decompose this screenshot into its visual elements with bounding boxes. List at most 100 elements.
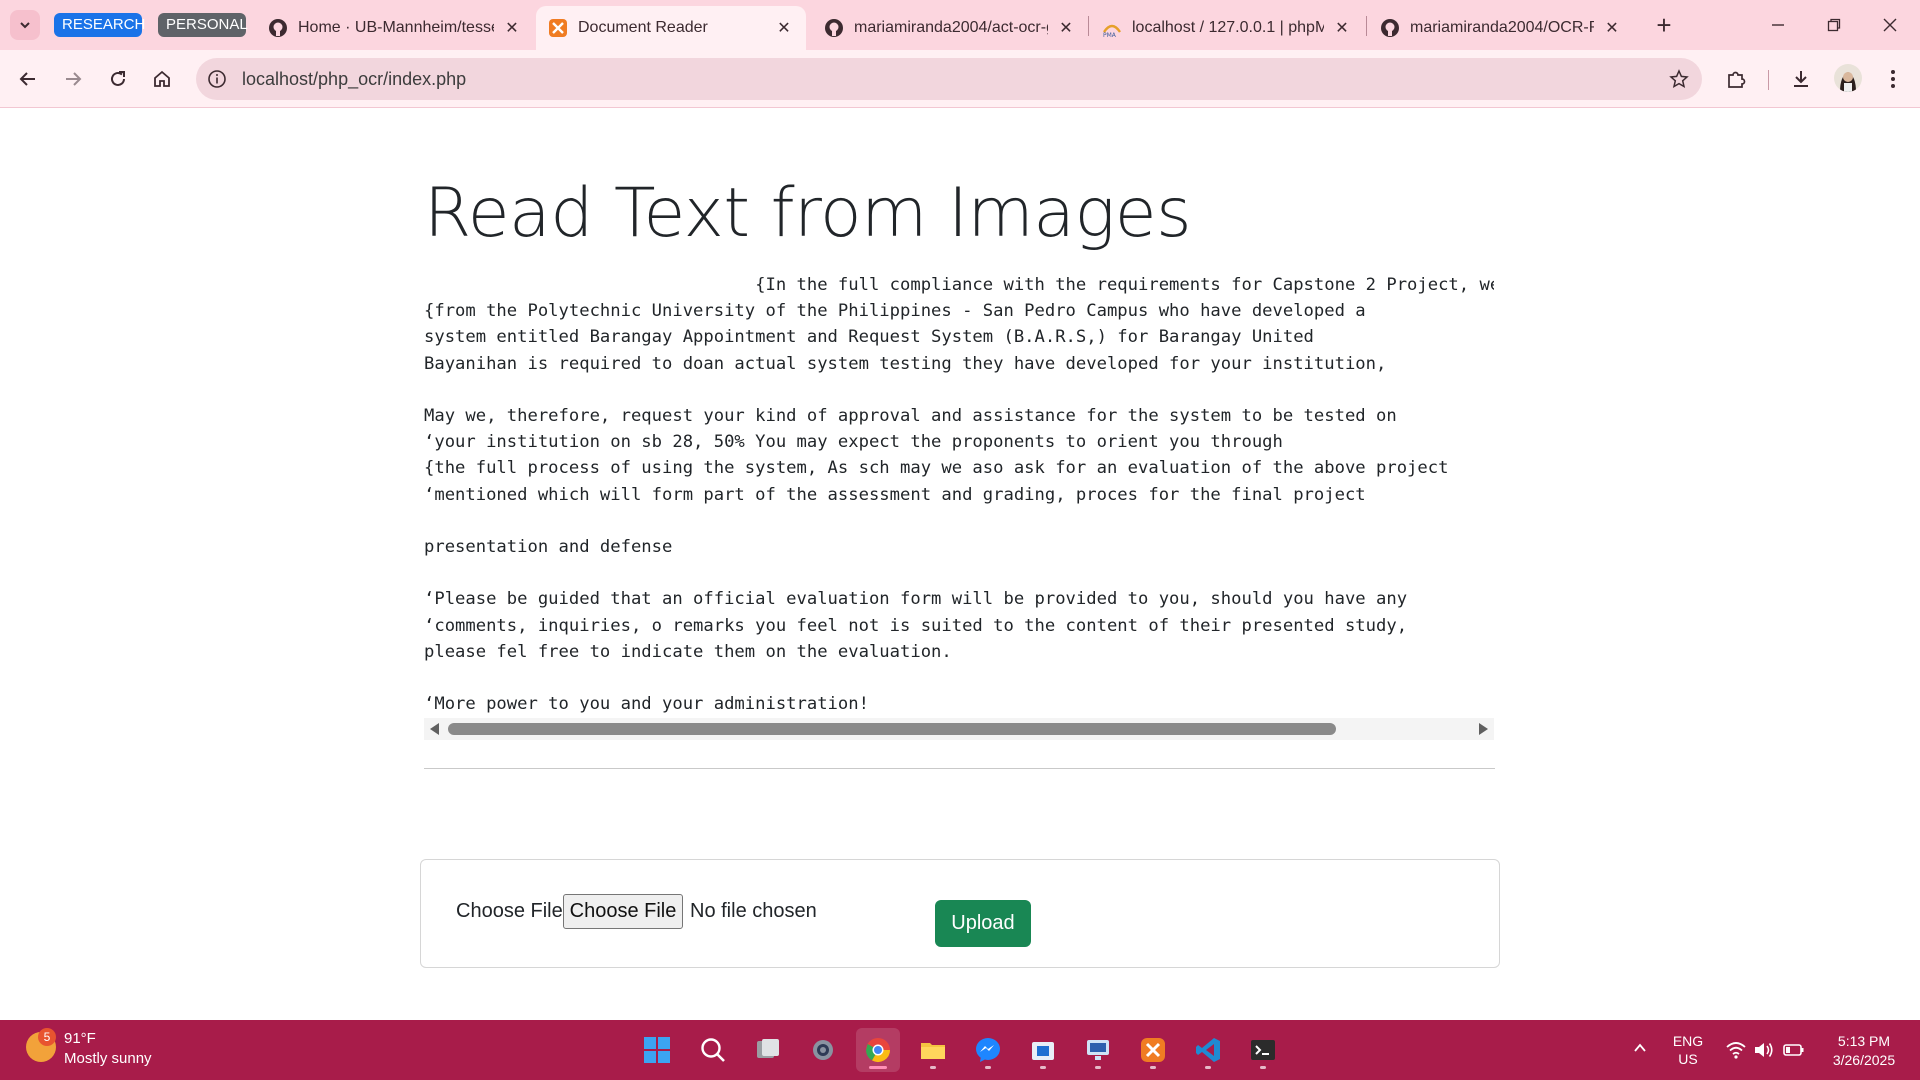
scrollbar-thumb[interactable] (448, 723, 1336, 735)
clock-date: 3/26/2025 (1832, 1052, 1896, 1068)
ocr-line: {In the full compliance with the require… (424, 275, 1494, 295)
running-app-indicator (985, 1066, 991, 1069)
input-language[interactable]: ENG US (1666, 1032, 1710, 1068)
close-icon[interactable]: ✕ (1332, 18, 1352, 38)
volume-icon[interactable] (1752, 1038, 1776, 1062)
running-app-indicator (1205, 1066, 1211, 1069)
ocr-result[interactable]: {In the full compliance with the require… (424, 272, 1494, 744)
search-icon[interactable] (691, 1028, 735, 1072)
running-app-indicator (1150, 1066, 1156, 1069)
task-view-icon[interactable] (746, 1028, 790, 1072)
divider (424, 768, 1495, 769)
back-button[interactable] (13, 64, 43, 94)
running-app-indicator (930, 1066, 936, 1069)
downloads-button[interactable] (1786, 64, 1816, 94)
chevron-up-icon[interactable] (1630, 1038, 1650, 1058)
ocr-line: ‘mentioned which will form part of the a… (424, 484, 1366, 505)
close-icon[interactable]: ✕ (502, 18, 522, 38)
ocr-result-text: {In the full compliance with the require… (424, 272, 1494, 717)
running-app-indicator (1040, 1066, 1046, 1069)
home-icon (154, 70, 170, 87)
tab-title: localhost / 127.0.0.1 | phpMyAdmin (1132, 19, 1324, 36)
clock-time: 5:13 PM (1837, 1033, 1891, 1049)
tab-search-button[interactable] (10, 10, 40, 40)
xampp-icon[interactable] (1131, 1028, 1175, 1072)
site-info-icon[interactable] (204, 66, 230, 92)
tab-document-reader[interactable]: Document Reader ✕ (536, 6, 806, 50)
chevron-down-icon (20, 22, 30, 29)
ocr-line: Bayanihan is required to doan actual sys… (424, 353, 1387, 374)
settings-icon[interactable] (801, 1028, 845, 1072)
ocr-line (424, 560, 1494, 586)
kebab-menu-icon (1891, 70, 1895, 88)
ocr-line (424, 377, 1494, 403)
ocr-line: {from the Polytechnic University of the … (424, 301, 1366, 322)
home-button[interactable] (147, 64, 177, 94)
tab-tesseract-wiki[interactable]: Home · UB-Mannheim/tesseract Wiki ✕ (256, 6, 534, 50)
github-icon (1380, 18, 1400, 38)
puzzle-icon (1728, 71, 1746, 88)
scroll-left-arrow-icon[interactable] (430, 723, 439, 735)
ocr-line: ‘comments, inquiries, o remarks you feel… (424, 615, 1408, 636)
minimize-icon (1772, 24, 1784, 26)
browser-menu-button[interactable] (1878, 64, 1908, 94)
ocr-line: please fel free to indicate them on the … (424, 641, 952, 662)
choose-file-button[interactable]: Choose File (563, 894, 683, 929)
ocr-line (424, 508, 1494, 534)
close-icon[interactable]: ✕ (774, 18, 794, 38)
horizontal-scrollbar[interactable] (424, 718, 1494, 740)
scroll-right-arrow-icon[interactable] (1479, 723, 1488, 735)
store-icon[interactable] (1021, 1028, 1065, 1072)
language-code: ENG (1672, 1033, 1704, 1049)
tab-separator (1088, 16, 1089, 36)
close-icon[interactable]: ✕ (1602, 18, 1622, 38)
close-icon (1883, 18, 1897, 32)
tab-title: mariamiranda2004/OCR-REPO (1410, 19, 1594, 36)
chrome-icon[interactable] (856, 1028, 900, 1072)
new-tab-button[interactable]: + (1650, 12, 1678, 40)
terminal-icon[interactable] (1241, 1028, 1285, 1072)
tab-title: Home · UB-Mannheim/tesseract Wiki (298, 19, 494, 36)
wifi-icon[interactable] (1724, 1038, 1748, 1062)
weather-description[interactable]: Mostly sunny (64, 1050, 152, 1067)
profile-avatar[interactable] (1834, 64, 1862, 92)
tab-phpmyadmin[interactable]: PMA localhost / 127.0.0.1 | phpMyAdmin ✕ (1090, 6, 1364, 50)
restore-button[interactable] (1814, 10, 1854, 40)
close-icon[interactable]: ✕ (1056, 18, 1076, 38)
file-explorer-icon[interactable] (911, 1028, 955, 1072)
forward-button[interactable] (58, 64, 88, 94)
remote-desktop-icon[interactable] (1076, 1028, 1120, 1072)
ocr-line: {the full process of using the system, A… (424, 458, 1449, 479)
system-clock[interactable]: 5:13 PM 3/26/2025 (1818, 1032, 1910, 1070)
address-bar[interactable]: localhost/php_ocr/index.php (196, 58, 1702, 100)
tab-act-ocr-github[interactable]: mariamiranda2004/act-ocr-github ✕ (812, 6, 1088, 50)
ocr-line: system entitled Barangay Appointment and… (424, 327, 1314, 348)
extensions-button[interactable] (1721, 64, 1751, 94)
tab-group-research[interactable]: RESEARCH (54, 13, 145, 37)
battery-icon[interactable] (1782, 1038, 1806, 1062)
page-title: Read Text from Images (424, 174, 1192, 253)
arrow-right-icon (66, 72, 82, 86)
minimize-button[interactable] (1758, 10, 1798, 40)
reload-button[interactable] (103, 64, 133, 94)
close-window-button[interactable] (1870, 10, 1910, 40)
weather-temperature[interactable]: 91°F (64, 1030, 96, 1047)
tab-group-personal[interactable]: PERSONAL (158, 13, 248, 37)
active-app-indicator (869, 1066, 887, 1069)
running-app-indicator (1260, 1066, 1266, 1069)
upload-button[interactable]: Upload (935, 900, 1031, 947)
ocr-line: ‘More power to you and your administrati… (424, 694, 869, 715)
windows-start-icon[interactable] (635, 1028, 679, 1072)
file-input-label: Choose File (456, 900, 563, 922)
arrow-left-icon (19, 72, 35, 86)
weather-badge: 5 (38, 1028, 56, 1046)
upload-form: Choose File Choose File No file chosen U… (420, 859, 1500, 968)
address-url[interactable]: localhost/php_ocr/index.php (242, 69, 466, 90)
svg-text:PMA: PMA (1103, 32, 1117, 38)
messenger-icon[interactable] (966, 1028, 1010, 1072)
ocr-line: ‘Please be guided that an official evalu… (424, 589, 1408, 610)
vscode-icon[interactable] (1186, 1028, 1230, 1072)
bookmark-star-icon[interactable] (1666, 66, 1692, 92)
tab-ocr-repo[interactable]: mariamiranda2004/OCR-REPO ✕ (1368, 6, 1634, 50)
tab-separator (1366, 16, 1367, 36)
